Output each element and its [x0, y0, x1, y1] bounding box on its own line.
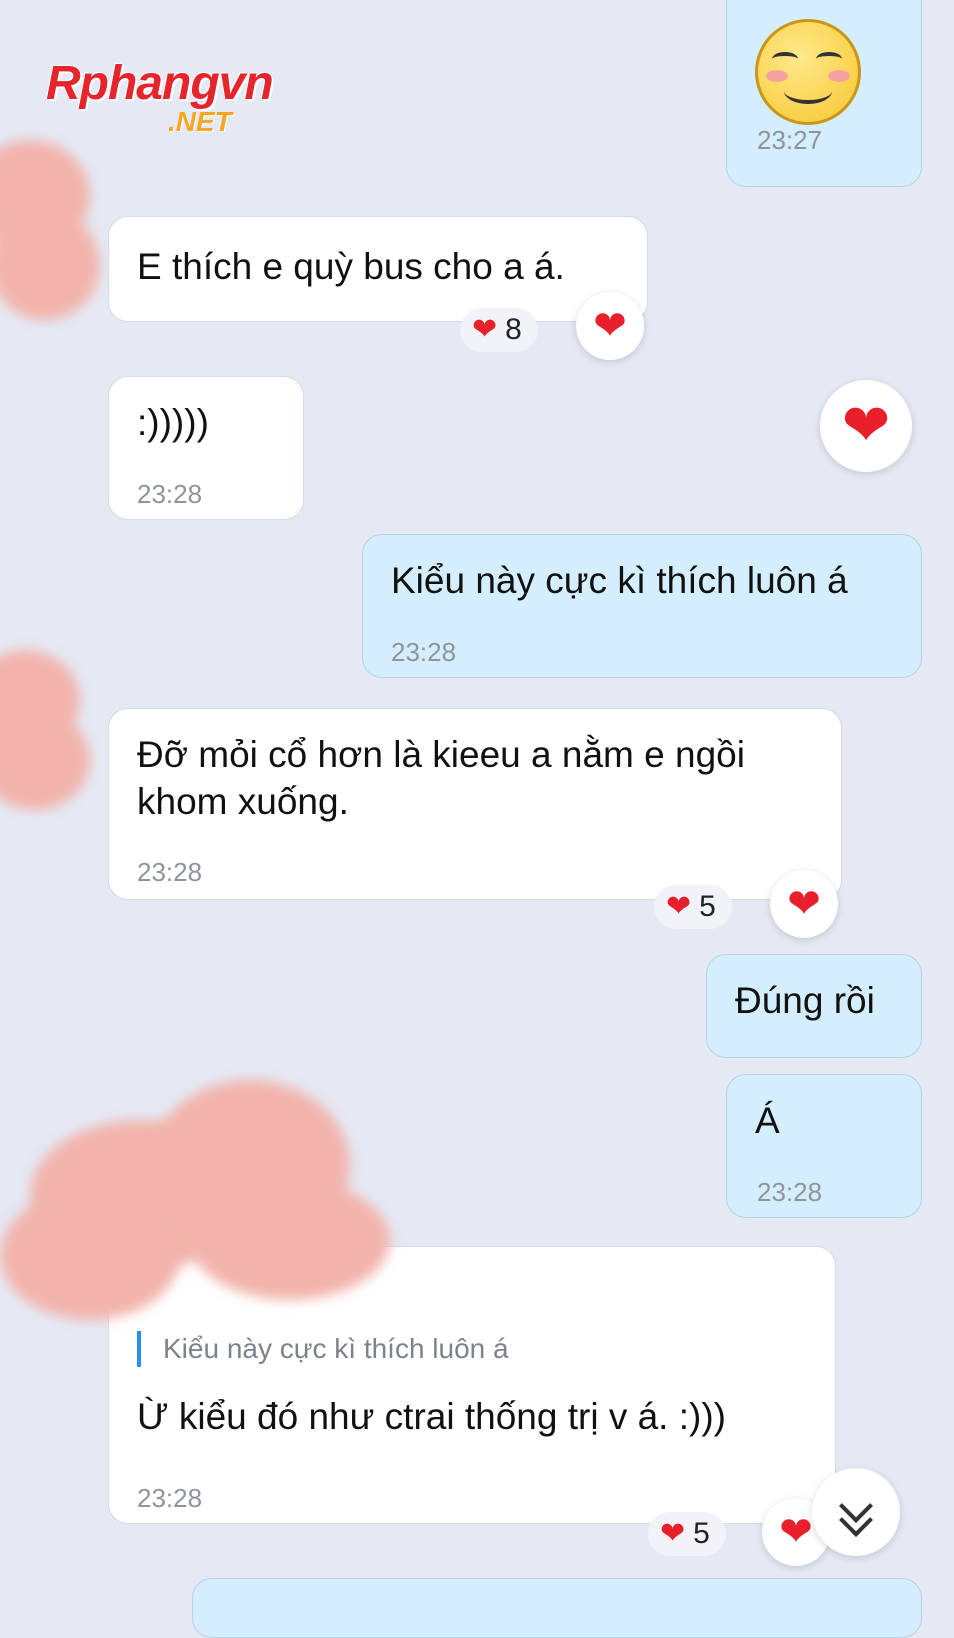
message-time: 23:27: [757, 125, 823, 155]
reaction-count-badge[interactable]: ❤ 5: [654, 885, 732, 929]
cloud-decoration-top: [0, 120, 110, 330]
message-outgoing-sticker[interactable]: 23:27: [726, 0, 922, 187]
watermark-brand: Rphangvn: [46, 57, 274, 110]
message-outgoing[interactable]: Đúng rồi: [706, 954, 922, 1058]
scroll-to-bottom-button[interactable]: [812, 1468, 900, 1556]
heart-icon: ❤: [660, 1517, 686, 1550]
react-heart-button[interactable]: ❤: [576, 292, 644, 360]
message-text: Đúng rồi: [735, 980, 875, 1021]
cloud-decoration-bottom: [0, 1060, 400, 1320]
message-incoming[interactable]: :))))) 23:28: [108, 376, 304, 520]
message-incoming[interactable]: E thích e quỳ bus cho a á.: [108, 216, 648, 322]
message-time: 23:28: [137, 1483, 203, 1513]
heart-icon: ❤: [841, 393, 891, 458]
message-outgoing[interactable]: Á 23:28: [726, 1074, 922, 1218]
quoted-message[interactable]: Kiểu này cực kì thích luôn á: [137, 1331, 509, 1367]
heart-icon: ❤: [593, 304, 627, 348]
message-text: Ừ kiểu đó như ctrai thống trị v á. :))): [137, 1396, 726, 1437]
grin-face-sticker: [755, 19, 861, 125]
reaction-count: 5: [699, 890, 716, 923]
reaction-count: 5: [693, 1517, 710, 1550]
heart-icon: ❤: [779, 1510, 813, 1554]
message-text-line: Đỡ mỏi cổ hơn là kieeu a nằm e ngồi: [137, 734, 745, 775]
message-outgoing[interactable]: Kiểu này cực kì thích luôn á 23:28: [362, 534, 922, 678]
message-outgoing-partial[interactable]: [192, 1578, 922, 1638]
message-text: Á: [755, 1100, 780, 1141]
message-text: :))))): [137, 402, 209, 443]
watermark-logo: Rphangvn .NET: [46, 56, 274, 137]
reaction-count-badge[interactable]: ❤ 5: [648, 1512, 726, 1556]
message-time: 23:28: [757, 1177, 823, 1207]
message-text: E thích e quỳ bus cho a á.: [137, 246, 565, 287]
message-time: 23:28: [137, 857, 203, 887]
watermark-tld: .NET: [168, 106, 232, 137]
heart-icon: ❤: [787, 882, 821, 926]
message-incoming[interactable]: Đỡ mỏi cổ hơn là kieeu a nằm e ngồi khom…: [108, 708, 842, 900]
react-heart-button[interactable]: ❤: [770, 870, 838, 938]
reaction-count-badge[interactable]: ❤ 8: [460, 308, 538, 352]
cloud-decoration-middle: [0, 640, 100, 820]
message-time: 23:28: [391, 637, 457, 667]
quick-heart-reaction-button[interactable]: ❤: [820, 380, 912, 472]
heart-icon: ❤: [472, 313, 498, 346]
message-text: Kiểu này cực kì thích luôn á: [391, 560, 848, 601]
message-text-line: khom xuống.: [137, 781, 349, 822]
double-chevron-down-icon: [838, 1489, 874, 1537]
quoted-text: Kiểu này cực kì thích luôn á: [163, 1333, 509, 1364]
reaction-count: 8: [505, 313, 522, 346]
message-time: 23:28: [137, 479, 203, 509]
heart-icon: ❤: [666, 890, 692, 923]
